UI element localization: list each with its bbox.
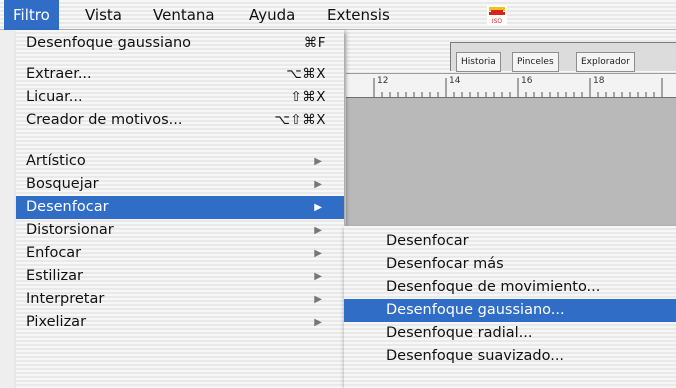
menu-item-label: Interpretar <box>26 291 105 307</box>
submenu-arrow-icon: ▶ <box>314 156 322 167</box>
menu-item-enfocar[interactable]: Enfocar ▶ <box>16 242 344 265</box>
menu-item-distorsionar[interactable]: Distorsionar ▶ <box>16 219 344 242</box>
ruler-ticks <box>373 78 663 97</box>
tab-explorador[interactable]: Explorador <box>576 52 635 72</box>
submenu-item-desenfoque-suavizado[interactable]: Desenfoque suavizado... <box>344 345 676 368</box>
menu-item-desenfoque-gaussiano[interactable]: Desenfoque gaussiano ⌘F <box>16 32 344 55</box>
menu-ayuda[interactable]: Ayuda <box>240 0 304 30</box>
submenu-item-label: Desenfoque radial... <box>386 325 533 341</box>
menu-item-desenfocar[interactable]: Desenfocar ▶ <box>16 196 344 219</box>
ruler-label: 16 <box>521 76 533 86</box>
menu-item-label: Creador de motivos... <box>26 112 183 128</box>
submenu-arrow-icon: ▶ <box>314 317 322 328</box>
menu-item-label: Pixelizar <box>26 314 87 330</box>
menu-vista[interactable]: Vista <box>76 0 131 30</box>
tab-historia[interactable]: Historia <box>456 52 501 72</box>
submenu-arrow-icon: ▶ <box>314 225 322 236</box>
menu-item-artistico[interactable]: Artístico ▶ <box>16 150 344 173</box>
menu-item-label: Extraer... <box>26 66 92 82</box>
palette-well: Historia Pinceles Explorador <box>346 30 676 74</box>
menu-item-label: Estilizar <box>26 268 83 284</box>
menu-item-shortcut: ⌘F <box>303 35 326 51</box>
menu-item-shortcut: ⇧⌘X <box>290 89 326 105</box>
menu-item-label: Enfocar <box>26 245 82 261</box>
menu-filtro[interactable]: Filtro <box>4 0 59 30</box>
ruler-label: 12 <box>377 76 389 86</box>
submenu-arrow-icon: ▶ <box>314 248 322 259</box>
menu-item-shortcut: ⌥⌘X <box>286 66 326 82</box>
menu-item-creador-de-motivos[interactable]: Creador de motivos... ⌥⇧⌘X <box>16 109 344 132</box>
menu-item-bosquejar[interactable]: Bosquejar ▶ <box>16 173 344 196</box>
menu-item-label: Bosquejar <box>26 176 99 192</box>
submenu-item-label: Desenfoque gaussiano... <box>386 302 565 318</box>
menu-separator <box>16 136 344 137</box>
submenu-item-label: Desenfocar más <box>386 256 504 272</box>
horizontal-ruler: 12 14 16 18 <box>346 74 676 98</box>
menu-ventana[interactable]: Ventana <box>144 0 224 30</box>
menu-item-label: Distorsionar <box>26 222 114 238</box>
tab-pinceles[interactable]: Pinceles <box>512 52 559 72</box>
submenu-item-desenfoque-de-movimiento[interactable]: Desenfoque de movimiento... <box>344 276 676 299</box>
menu-item-pixelizar[interactable]: Pixelizar ▶ <box>16 311 344 334</box>
submenu-arrow-icon: ▶ <box>314 271 322 282</box>
menu-item-licuar[interactable]: Licuar... ⇧⌘X <box>16 86 344 109</box>
ruler-label: 14 <box>449 76 461 86</box>
menu-extensis[interactable]: Extensis <box>318 0 399 30</box>
ruler-label: 18 <box>593 76 605 86</box>
submenu-arrow-icon: ▶ <box>314 179 322 190</box>
iso-badge-icon[interactable]: ISO <box>486 4 508 26</box>
menu-item-label: Desenfoque gaussiano <box>26 35 192 51</box>
submenu-item-desenfoque-radial[interactable]: Desenfoque radial... <box>344 322 676 345</box>
menu-item-label: Artístico <box>26 153 86 169</box>
menu-item-estilizar[interactable]: Estilizar ▶ <box>16 265 344 288</box>
submenu-arrow-icon: ▶ <box>314 202 322 213</box>
submenu-item-label: Desenfoque suavizado... <box>386 348 565 364</box>
menu-item-label: Desenfocar <box>26 199 109 215</box>
iso-badge-label: ISO <box>492 18 503 25</box>
menu-item-extraer[interactable]: Extraer... ⌥⌘X <box>16 63 344 86</box>
menu-item-label: Licuar... <box>26 89 83 105</box>
menu-separator <box>16 58 344 59</box>
menu-item-interpretar[interactable]: Interpretar ▶ <box>16 288 344 311</box>
menu-item-shortcut: ⌥⇧⌘X <box>274 112 326 128</box>
submenu-item-desenfocar[interactable]: Desenfocar <box>344 230 676 253</box>
filter-menu: Desenfoque gaussiano ⌘F Extraer... ⌥⌘X L… <box>16 30 344 388</box>
submenu-arrow-icon: ▶ <box>314 294 322 305</box>
submenu-item-desenfocar-mas[interactable]: Desenfocar más <box>344 253 676 276</box>
menu-bar: Filtro Vista Ventana Ayuda Extensis ISO <box>0 0 676 30</box>
blur-submenu: Desenfocar Desenfocar más Desenfoque de … <box>344 226 676 388</box>
submenu-item-desenfoque-gaussiano[interactable]: Desenfoque gaussiano... <box>344 299 676 322</box>
canvas[interactable] <box>346 98 676 228</box>
submenu-item-label: Desenfocar <box>386 233 469 249</box>
submenu-item-label: Desenfoque de movimiento... <box>386 279 601 295</box>
